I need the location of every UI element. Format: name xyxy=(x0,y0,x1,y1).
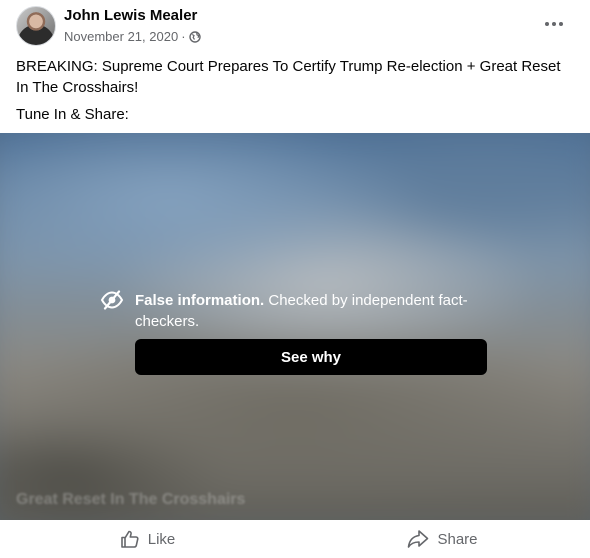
thumbs-up-icon xyxy=(120,530,139,548)
see-why-button[interactable]: See why xyxy=(135,339,487,375)
like-label: Like xyxy=(147,530,176,548)
author-name[interactable]: John Lewis Mealer xyxy=(64,7,197,24)
post-header: John Lewis Mealer November 21, 2020 · xyxy=(0,0,590,52)
share-arrow-icon xyxy=(408,530,429,548)
post-headline: BREAKING: Supreme Court Prepares To Cert… xyxy=(16,58,561,96)
blurred-caption: Great Reset In The Crosshairs xyxy=(16,491,246,508)
post-subline: Tune In & Share: xyxy=(16,106,129,123)
post-date[interactable]: November 21, 2020 xyxy=(64,29,178,44)
notice-text: False information. Checked by independen… xyxy=(135,290,480,332)
post-media[interactable]: Great Reset In The Crosshairs False info… xyxy=(0,133,590,520)
eye-slash-icon xyxy=(100,290,124,310)
notice-title: False information. xyxy=(135,292,265,309)
feed-post: John Lewis Mealer November 21, 2020 · BR… xyxy=(0,0,590,558)
like-button[interactable]: Like xyxy=(0,520,295,558)
post-meta: November 21, 2020 · xyxy=(64,29,201,44)
post-text: BREAKING: Supreme Court Prepares To Cert… xyxy=(16,56,572,131)
meta-separator: · xyxy=(181,29,186,44)
globe-icon[interactable] xyxy=(188,30,201,43)
share-button[interactable]: Share xyxy=(295,520,590,558)
more-options-icon[interactable] xyxy=(536,10,572,38)
post-action-bar: Like Share xyxy=(0,520,590,558)
author-avatar[interactable] xyxy=(16,6,56,46)
share-label: Share xyxy=(437,530,478,548)
